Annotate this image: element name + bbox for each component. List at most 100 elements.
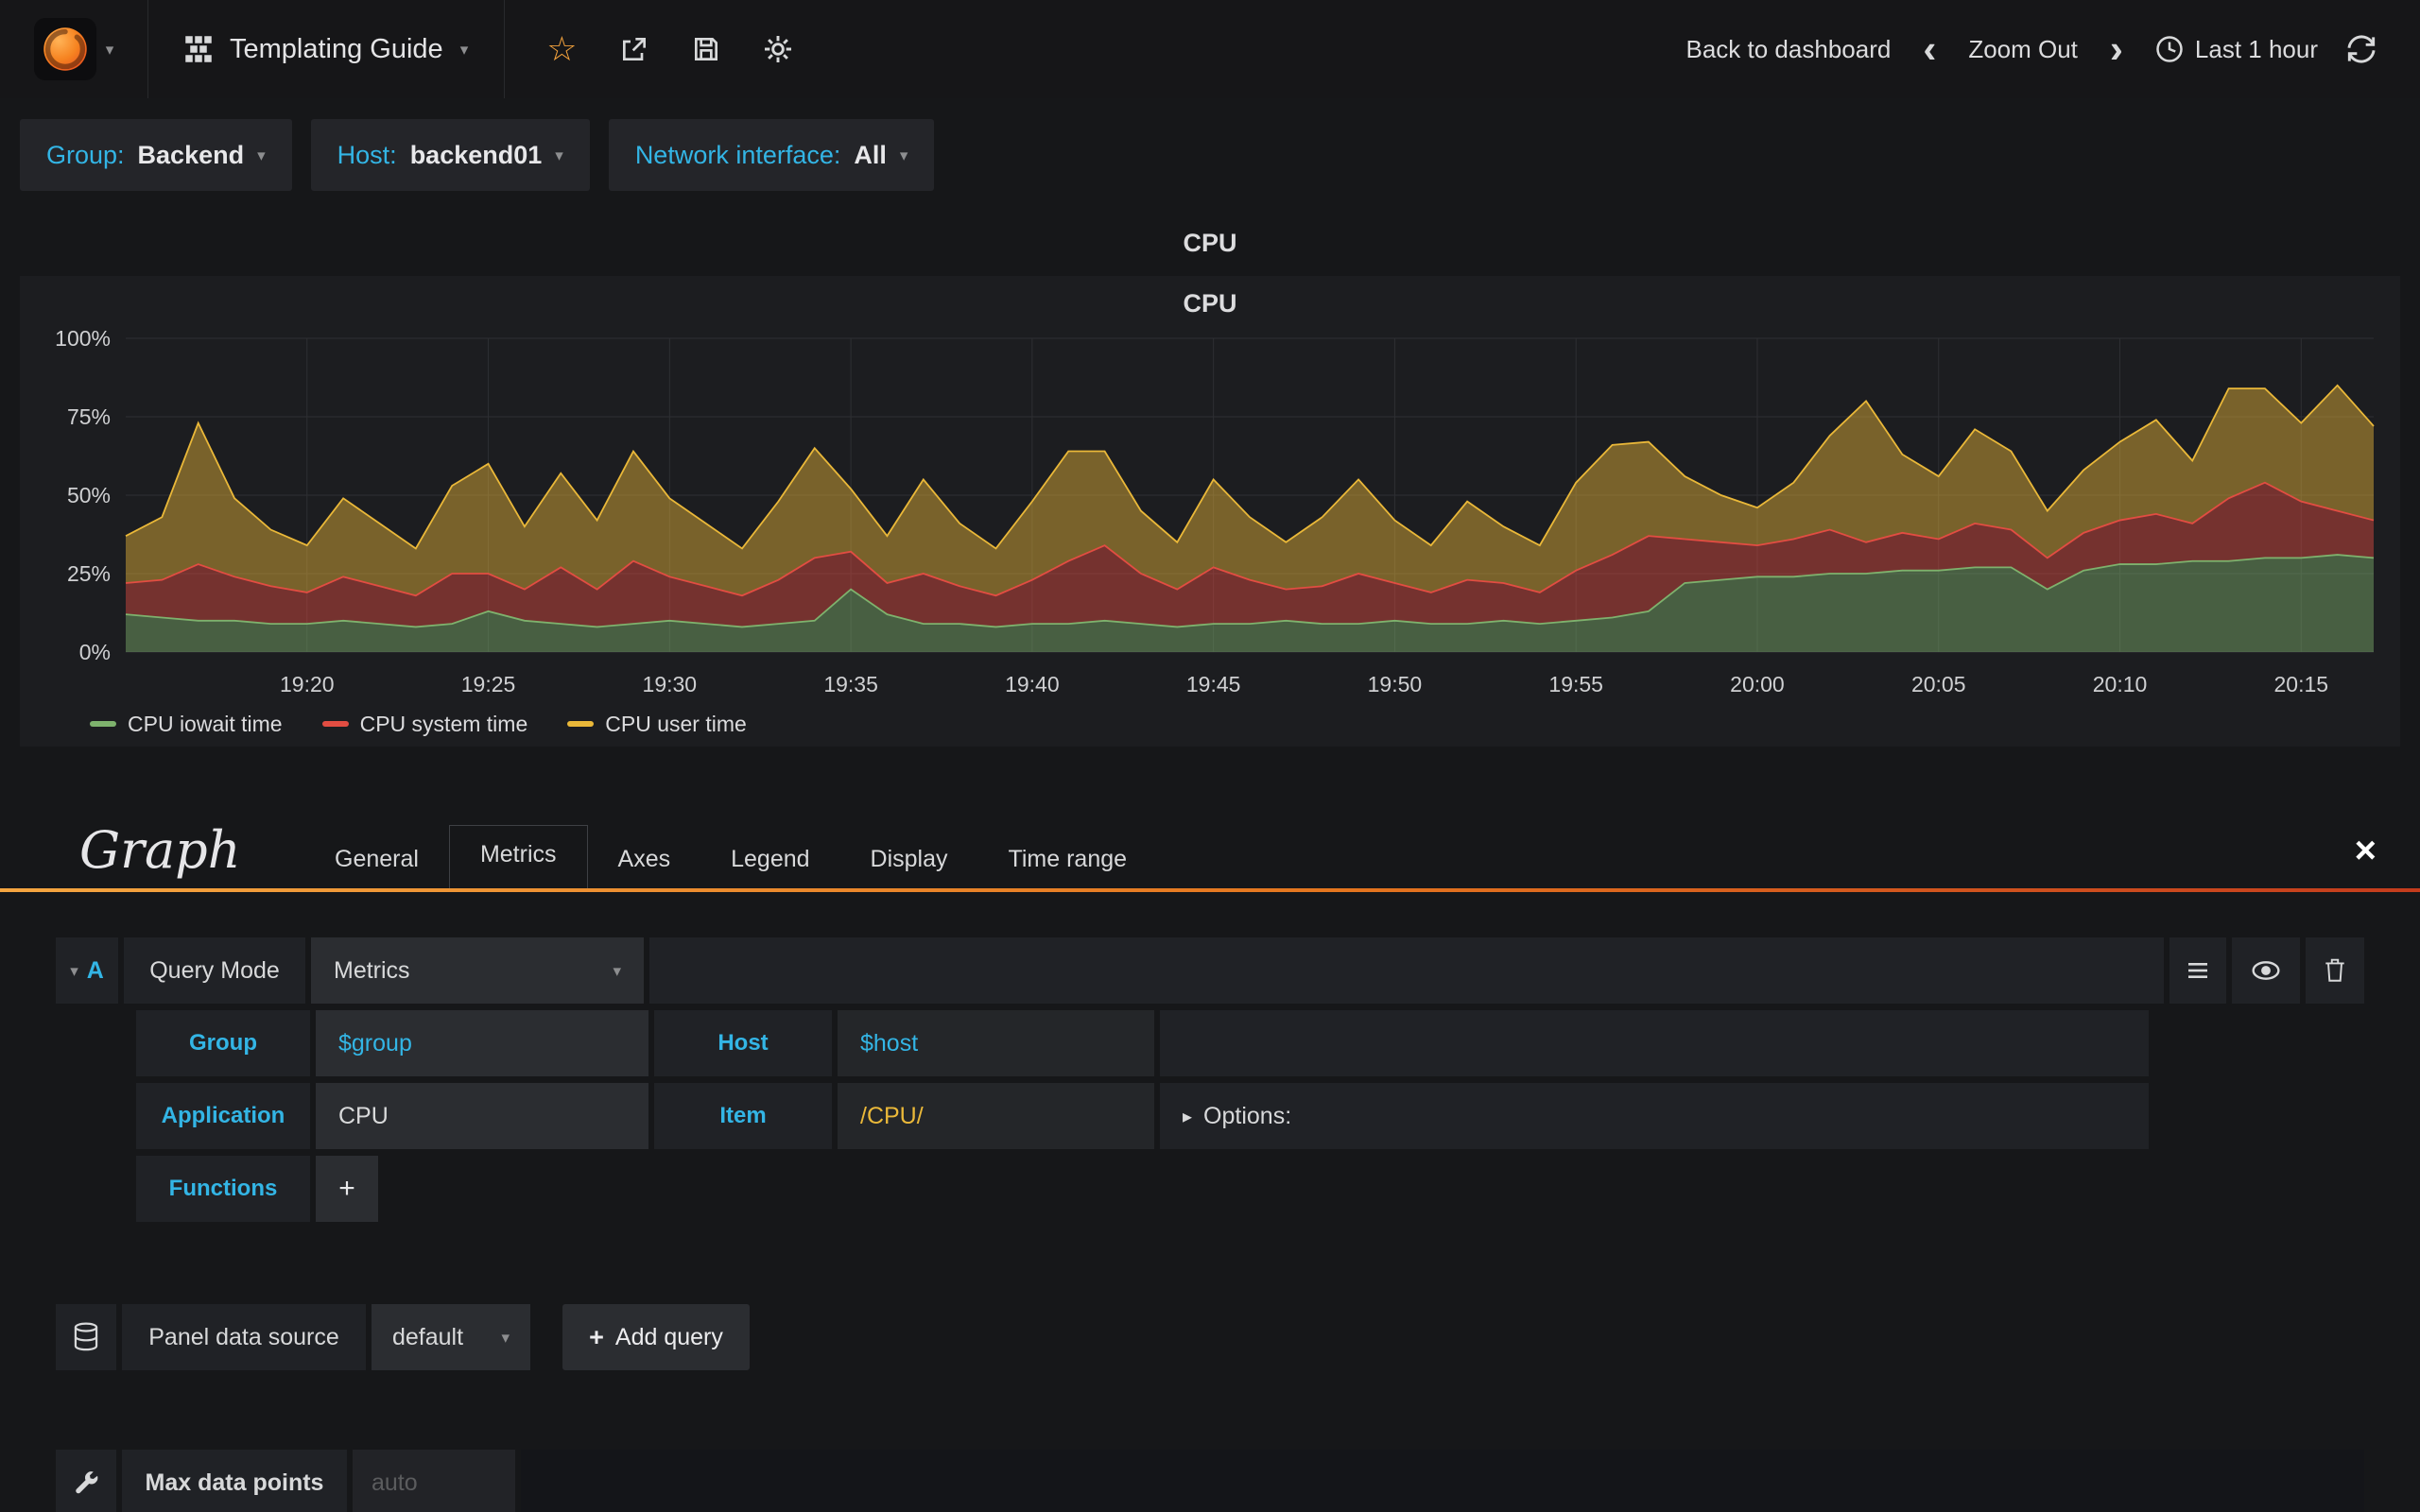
svg-text:0%: 0% [79,640,111,664]
svg-text:19:20: 19:20 [280,672,335,696]
chevron-right-icon[interactable]: › [2106,29,2127,68]
query-row-group-host: Group $group Host $host [136,1010,2149,1076]
max-data-points-label: Max data points [122,1450,347,1512]
grafana-logo-menu[interactable]: ▾ [0,0,148,98]
tab-general[interactable]: General [304,831,449,888]
query-editor: ▾ A Query Mode Metrics ▾ Group $group Ho… [56,937,2364,1228]
gear-icon [764,36,791,62]
share-button[interactable] [619,34,649,64]
editor-accent-border [0,888,2420,892]
query-delete-button[interactable] [2306,937,2364,1004]
wrench-icon-cell [56,1450,116,1512]
caret-down-icon: ▾ [555,146,563,164]
group-input[interactable]: $group [316,1010,648,1076]
chart-title: CPU [1183,289,1237,318]
application-label: Application [136,1083,310,1149]
tab-display[interactable]: Display [840,831,978,888]
legend-label: CPU user time [605,711,747,736]
var-group-label: Group: [46,140,125,169]
zoom-out-button[interactable]: Zoom Out [1968,35,2078,64]
refresh-button[interactable] [2346,34,2377,64]
svg-text:19:45: 19:45 [1186,672,1241,696]
legend-label: CPU system time [359,711,528,736]
settings-button[interactable] [763,34,793,64]
editor-tabs: General Metrics Axes Legend Display Time… [304,824,1157,888]
add-function-button[interactable]: + [316,1156,378,1222]
var-group-dropdown[interactable]: Group: Backend ▾ [20,119,292,191]
caret-down-icon: ▾ [257,146,266,164]
query-row-a: ▾ A Query Mode Metrics ▾ [56,937,2364,1004]
add-query-button[interactable]: + Add query [562,1304,750,1370]
time-range-picker[interactable]: Last 1 hour [2155,35,2318,64]
legend-item[interactable]: CPU iowait time [90,712,283,737]
close-icon[interactable]: × [2355,832,2377,869]
panel-title[interactable]: CPU [0,229,2420,258]
var-netif-dropdown[interactable]: Network interface: All ▾ [608,119,935,191]
triangle-right-icon: ▸ [1183,1106,1193,1127]
svg-text:19:25: 19:25 [461,672,516,696]
query-row-functions: Functions + [136,1156,2149,1222]
template-variable-row: Group: Backend ▾ Host: backend01 ▾ Netwo… [20,119,935,191]
query-row-filler [649,937,2164,1004]
tab-time-range[interactable]: Time range [978,831,1158,888]
svg-text:19:55: 19:55 [1548,672,1603,696]
cpu-panel: CPU 0% 25% 50% 75% 100% 19:20 19:25 19:30 19:35 1… [20,276,2400,747]
svg-text:20:15: 20:15 [2274,672,2329,696]
legend-item[interactable]: CPU system time [321,711,528,737]
host-input[interactable]: $host [838,1010,1154,1076]
query-toggle-visibility-button[interactable] [2232,937,2300,1004]
tab-metrics[interactable]: Metrics [448,825,588,888]
dashboard-title-menu[interactable]: Templating Guide ▾ [148,0,506,98]
functions-label: Functions [136,1156,310,1222]
save-button[interactable] [691,34,721,64]
application-input[interactable]: CPU [316,1083,648,1149]
cpu-chart[interactable]: 0% 25% 50% 75% 100% 19:20 19:25 19:30 19:35 19:40… [20,325,2400,703]
chevron-left-icon[interactable]: ‹ [1919,29,1940,68]
grafana-logo [33,18,96,80]
clock-icon [2156,36,2183,62]
caret-down-icon: ▾ [459,40,469,59]
var-host-dropdown[interactable]: Host: backend01 ▾ [310,119,590,191]
var-host-value: backend01 [409,140,543,169]
max-data-points-input[interactable] [353,1450,515,1512]
host-label: Host [654,1010,832,1076]
dashboard-grid-icon [185,36,212,62]
share-icon [622,38,646,60]
navbar-right: Back to dashboard ‹ Zoom Out › Last 1 ho… [1686,29,2420,68]
star-button[interactable]: ☆ [546,32,577,66]
svg-text:100%: 100% [55,326,111,351]
legend-swatch-icon [567,721,595,727]
legend-swatch-icon [321,721,349,727]
refresh-icon [2347,35,2376,63]
svg-text:50%: 50% [67,483,111,507]
var-netif-value: All [854,140,887,169]
item-input[interactable]: /CPU/ [838,1083,1154,1149]
svg-text:20:05: 20:05 [1911,672,1966,696]
options-toggle[interactable]: ▸ Options: [1160,1083,2149,1149]
caret-down-icon: ▾ [105,40,114,59]
svg-text:20:10: 20:10 [2093,672,2148,696]
query-collapse-toggle[interactable]: ▾ A [56,937,118,1004]
query-mode-label: Query Mode [124,937,305,1004]
datasource-dropdown[interactable]: default ▾ [372,1304,530,1370]
query-mode-dropdown[interactable]: Metrics ▾ [311,937,644,1004]
datasource-row: Panel data source default ▾ + Add query [56,1304,750,1370]
dashboard-title: Templating Guide [230,33,443,64]
add-query-label: Add query [614,1323,723,1350]
database-icon [74,1322,98,1351]
tab-legend[interactable]: Legend [700,831,839,888]
back-to-dashboard-link[interactable]: Back to dashboard [1686,35,1892,64]
legend-item[interactable]: CPU user time [567,712,747,737]
datasource-icon-cell [56,1304,116,1370]
max-data-points-row: Max data points [56,1450,2364,1512]
tab-axes[interactable]: Axes [588,831,701,888]
caret-down-icon: ▾ [70,961,78,980]
navbar-actions: ☆ [505,32,834,66]
caret-down-icon: ▾ [501,1328,510,1347]
group-label: Group [136,1010,310,1076]
time-range-label: Last 1 hour [2194,34,2318,63]
legend-label: CPU iowait time [128,711,283,736]
svg-text:19:30: 19:30 [643,672,698,696]
query-menu-button[interactable] [2169,937,2226,1004]
